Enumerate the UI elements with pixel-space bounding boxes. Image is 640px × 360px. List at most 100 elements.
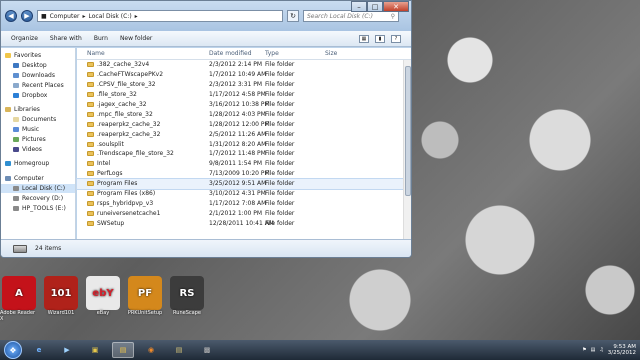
start-button[interactable]: ❖ <box>4 341 22 359</box>
taskbar: ❖ e ▶ ▣ ▤ ◉ ▤ ▩ ⚑ ▤ ♫ 9:53 AM 3/25/2012 <box>0 340 640 360</box>
breadcrumb-local-disk[interactable]: Local Disk (C:) <box>89 13 132 20</box>
column-name[interactable]: Name <box>77 50 209 57</box>
nav-item-recovery-d[interactable]: Recovery (D:) <box>1 193 75 203</box>
file-row[interactable]: .reaperpkz_cache_32 1/28/2012 12:00 PM Fil… <box>77 119 411 129</box>
address-bar[interactable]: ■ Computer ▸ Local Disk (C:) ▸ <box>37 10 283 22</box>
file-row[interactable]: .CacheFTWscapePKv2 1/7/2012 10:49 AM File … <box>77 70 411 80</box>
desktop-shortcut[interactable]: 101 Wizard101 <box>42 276 80 322</box>
help-icon[interactable]: ? <box>391 34 401 43</box>
desktop-shortcut[interactable]: ebY eBay <box>84 276 122 322</box>
nav-favorites[interactable]: Favorites <box>1 51 75 61</box>
file-row[interactable]: .mpc_file_store_32 1/28/2012 4:03 PM File … <box>77 109 411 119</box>
dropbox-icon <box>13 92 19 98</box>
drive-icon <box>13 244 27 253</box>
nav-homegroup[interactable]: Homegroup <box>1 159 75 169</box>
shortcut-icon: RS <box>170 276 204 310</box>
nav-item-videos[interactable]: Videos <box>1 144 75 154</box>
desktop-shortcut[interactable]: PF PRKUnitSetup <box>126 276 164 322</box>
desktop-shortcut[interactable]: A Adobe Reader X <box>0 276 38 322</box>
file-name: .382_cache_32v4 <box>97 61 150 69</box>
firefox-icon[interactable]: ◉ <box>140 342 162 358</box>
file-row[interactable]: Program Files (x86) 3/10/2012 4:31 PM File… <box>77 189 411 199</box>
nav-item-dropbox[interactable]: Dropbox <box>1 90 75 100</box>
network-icon[interactable]: ▤ <box>591 347 596 353</box>
scrollbar[interactable] <box>403 60 411 239</box>
maximize-button[interactable]: □ <box>367 1 383 12</box>
nav-label: Documents <box>22 116 57 124</box>
scroll-thumb[interactable] <box>405 66 411 196</box>
file-name-cell: .mpc_file_store_32 <box>77 111 209 118</box>
file-name: .Trendscape_file_store_32 <box>97 150 174 158</box>
file-name-cell: runeiversenetcache1 <box>77 210 209 217</box>
back-button[interactable]: ◀ <box>5 10 17 22</box>
column-headers: Name Date modified Type Size <box>77 48 411 60</box>
desktop-shortcut[interactable]: RS RuneScape <box>168 276 206 322</box>
shortcut-label: RuneScape <box>173 310 201 316</box>
nav-item-downloads[interactable]: Downloads <box>1 71 75 81</box>
explorer-taskbar-icon[interactable]: ▤ <box>112 342 134 358</box>
view-options-icon[interactable]: ▦ <box>359 34 369 43</box>
new-folder-button[interactable]: New folder <box>120 35 152 42</box>
file-row[interactable]: Program Files 3/25/2012 9:51 AM File folde… <box>76 177 411 190</box>
folder-icon <box>87 200 94 206</box>
nav-libraries[interactable]: Libraries <box>1 105 75 115</box>
share-with-button[interactable]: Share with <box>50 35 82 42</box>
file-row[interactable]: PerfLogs 7/13/2009 10:20 PM File folder <box>77 169 411 179</box>
nav-item-local-disk-c[interactable]: Local Disk (C:) <box>1 183 75 194</box>
column-type[interactable]: Type <box>265 50 325 57</box>
folder-icon <box>87 210 94 216</box>
file-row[interactable]: SWSetup 12/28/2011 10:41 AM File folder <box>77 218 411 228</box>
videos-icon <box>13 146 19 152</box>
folder-icon: ■ <box>41 12 47 20</box>
nav-item-desktop[interactable]: Desktop <box>1 61 75 71</box>
file-name-cell: .reaperpkz_cache_32 <box>77 131 209 138</box>
file-row[interactable]: .file_store_32 1/17/2012 4:58 PM File fold… <box>77 90 411 100</box>
clock[interactable]: 9:53 AM 3/25/2012 <box>608 344 636 356</box>
folder-taskbar-icon[interactable]: ▤ <box>168 342 190 358</box>
volume-icon[interactable]: ♫ <box>599 347 603 353</box>
flag-icon[interactable]: ⚑ <box>582 347 586 353</box>
file-date: 1/28/2012 4:03 PM <box>209 110 266 118</box>
file-date: 1/17/2012 4:58 PM <box>209 91 266 99</box>
column-date-modified[interactable]: Date modified <box>209 50 265 57</box>
burn-button[interactable]: Burn <box>94 35 108 42</box>
file-row[interactable]: .reaperpkz_cache_32 2/5/2012 11:26 AM File… <box>77 129 411 139</box>
folder-icon <box>87 181 94 187</box>
column-size[interactable]: Size <box>325 50 337 57</box>
file-name: .jagex_cache_32 <box>97 101 147 108</box>
pictures-icon <box>13 136 19 142</box>
drive-icon <box>13 195 19 201</box>
file-row[interactable]: .Trendscape_file_store_32 1/7/2012 11:48 … <box>77 149 411 159</box>
file-type: File folder <box>265 61 295 69</box>
breadcrumb-computer[interactable]: Computer <box>50 13 80 20</box>
internet-explorer-icon[interactable]: e <box>28 342 50 358</box>
file-row[interactable]: rsps_hybridpvp_v3 1/17/2012 7:08 AM File f… <box>77 198 411 208</box>
nav-item-recent-places[interactable]: Recent Places <box>1 80 75 90</box>
media-player-icon[interactable]: ▶ <box>56 342 78 358</box>
file-name-cell: PerfLogs <box>77 170 209 177</box>
nav-computer[interactable]: Computer <box>1 174 75 184</box>
nav-label: HP_TOOLS (E:) <box>22 204 66 212</box>
file-row[interactable]: .soulsplit 1/31/2012 8:20 AM File folder <box>77 139 411 149</box>
preview-pane-icon[interactable]: ▮ <box>375 34 385 43</box>
file-row[interactable]: .382_cache_32v4 2/3/2012 2:14 PM File fold… <box>77 60 411 70</box>
forward-button[interactable]: ▶ <box>21 10 33 22</box>
nav-item-documents[interactable]: Documents <box>1 115 75 125</box>
folder-icon <box>87 111 94 117</box>
file-row[interactable]: runeiversenetcache1 2/1/2012 1:00 PM File … <box>77 208 411 218</box>
file-name: .reaperpkz_cache_32 <box>97 120 161 128</box>
nav-item-hp-tools-e[interactable]: HP_TOOLS (E:) <box>1 203 75 213</box>
app-taskbar-icon[interactable]: ▩ <box>196 342 218 358</box>
organize-button[interactable]: Organize <box>11 35 38 42</box>
file-row[interactable]: Intel 9/8/2011 1:54 PM File folder <box>77 159 411 169</box>
file-date: 1/7/2012 10:49 AM <box>209 71 267 79</box>
file-row[interactable]: .CPSV_file_store_32 2/3/2012 3:31 PM File … <box>77 80 411 90</box>
nav-item-pictures[interactable]: Pictures <box>1 134 75 144</box>
refresh-button[interactable]: ↻ <box>287 10 299 22</box>
close-button[interactable]: ✕ <box>383 1 409 12</box>
store-icon[interactable]: ▣ <box>84 342 106 358</box>
nav-item-music[interactable]: Music <box>1 125 75 135</box>
minimize-button[interactable]: – <box>351 1 367 12</box>
search-placeholder: Search Local Disk (C:) <box>307 12 373 20</box>
file-row[interactable]: .jagex_cache_32 3/16/2012 10:38 PM File fo… <box>77 100 411 110</box>
